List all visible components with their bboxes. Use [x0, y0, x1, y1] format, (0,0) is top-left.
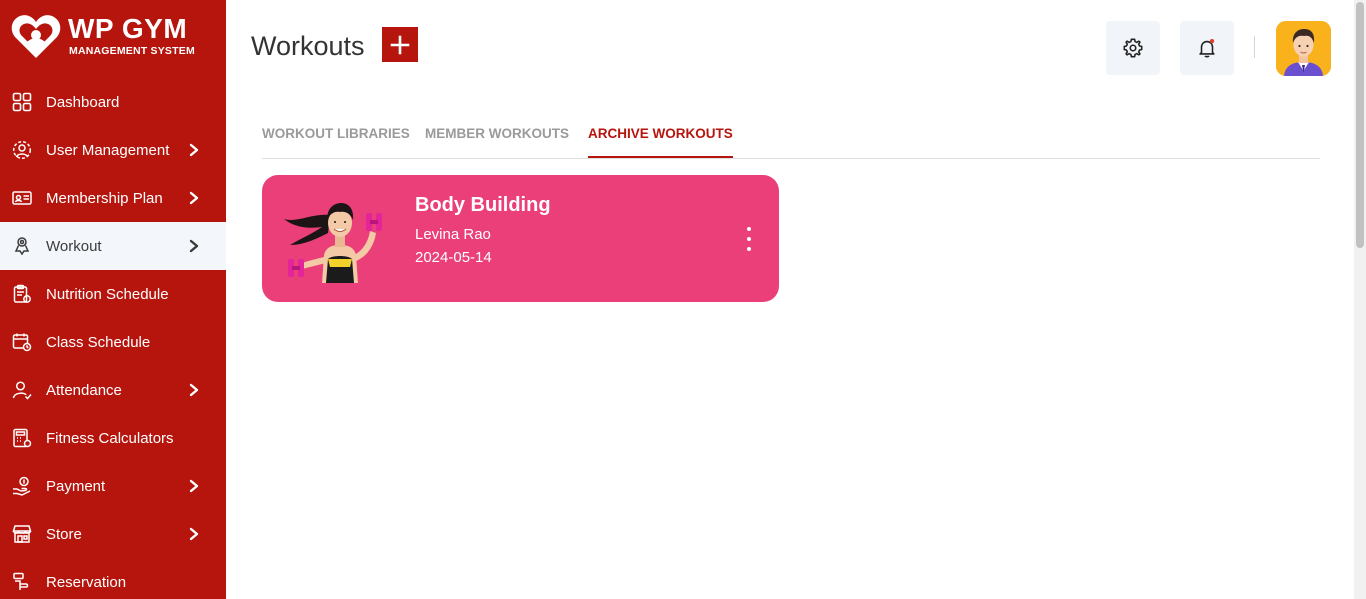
header-divider [1254, 36, 1255, 58]
sidebar-item-label: Class Schedule [46, 333, 151, 351]
sidebar-item-label: Store [46, 525, 82, 543]
chevron-right-icon [189, 479, 199, 493]
sidebar-item-label: Payment [46, 477, 106, 495]
chevron-right-icon [189, 383, 199, 397]
tab-workout-libraries[interactable]: WORKOUT LIBRARIES [262, 126, 410, 158]
workout-photo-dumbbells [284, 203, 382, 283]
add-workout-button[interactable] [382, 27, 418, 62]
vertical-scrollbar[interactable] [1354, 0, 1366, 599]
bell-icon [1199, 39, 1215, 58]
sidebar-item-user-management[interactable]: User Management [0, 126, 226, 174]
sidebar-item-fitness-calculators[interactable]: Fitness Calculators [0, 414, 226, 462]
sidebar-item-label: Attendance [46, 381, 122, 399]
nutrition-clipboard-icon [12, 284, 32, 304]
calculator-icon [12, 428, 32, 448]
heart-logo-icon [11, 15, 61, 58]
workout-card[interactable]: Body Building Levina Rao 2024-05-14 [262, 175, 779, 302]
brand-logo-block[interactable]: WP GYM MANAGEMENT SYSTEM [10, 12, 220, 64]
brand-subtitle: MANAGEMENT SYSTEM [69, 45, 195, 57]
sidebar-item-store[interactable]: Store [0, 510, 226, 558]
membership-card-icon [12, 188, 32, 208]
sidebar: WP GYM MANAGEMENT SYSTEM Dashboard User … [0, 0, 226, 599]
sidebar-item-label: Workout [46, 237, 102, 255]
chevron-right-icon [189, 527, 199, 541]
store-icon [12, 524, 32, 544]
kebab-dot [747, 227, 751, 231]
sidebar-item-membership-plan[interactable]: Membership Plan [0, 174, 226, 222]
chevron-right-icon [189, 239, 199, 253]
sidebar-item-class-schedule[interactable]: Class Schedule [0, 318, 226, 366]
sidebar-item-label: Fitness Calculators [46, 429, 174, 447]
sidebar-item-label: Membership Plan [46, 189, 163, 207]
workout-title: Body Building [415, 194, 551, 216]
sidebar-item-nutrition-schedule[interactable]: Nutrition Schedule [0, 270, 226, 318]
page-title: Workouts [251, 31, 365, 61]
brand-title: WP GYM [68, 13, 188, 44]
gear-icon [1123, 38, 1143, 58]
user-avatar-illustration [1276, 21, 1331, 76]
notifications-button[interactable] [1180, 21, 1234, 75]
sidebar-item-label: Nutrition Schedule [46, 285, 169, 303]
workout-member-name: Levina Rao [415, 226, 491, 243]
sidebar-item-reservation[interactable]: Reservation [0, 558, 226, 599]
scrollbar-thumb[interactable] [1356, 2, 1364, 248]
app-root: WP GYM MANAGEMENT SYSTEM Dashboard User … [0, 0, 1366, 599]
workout-icon [12, 236, 32, 256]
tab-archive-workouts[interactable]: ARCHIVE WORKOUTS [588, 126, 733, 158]
workout-tabs: WORKOUT LIBRARIES MEMBER WORKOUTS ARCHIV… [262, 120, 1320, 159]
more-options-kebab-icon[interactable] [740, 227, 758, 251]
sidebar-item-label: Dashboard [46, 93, 120, 111]
sidebar-item-label: Reservation [46, 573, 127, 591]
sidebar-item-payment[interactable]: Payment [0, 462, 226, 510]
chevron-right-icon [189, 191, 199, 205]
sidebar-item-workout[interactable]: Workout [0, 222, 226, 270]
sidebar-item-label: User Management [46, 141, 170, 159]
chevron-right-icon [189, 143, 199, 157]
reservation-icon [12, 572, 32, 592]
calendar-clock-icon [12, 332, 32, 352]
payment-hand-icon [12, 476, 32, 496]
settings-button[interactable] [1106, 21, 1160, 75]
sidebar-item-dashboard[interactable]: Dashboard [0, 78, 226, 126]
tab-member-workouts[interactable]: MEMBER WORKOUTS [425, 126, 569, 158]
kebab-dot [747, 247, 751, 251]
workout-date: 2024-05-14 [415, 249, 492, 266]
user-management-icon [12, 140, 32, 160]
sidebar-item-attendance[interactable]: Attendance [0, 366, 226, 414]
plus-icon [390, 35, 410, 54]
kebab-dot [747, 237, 751, 241]
avatar[interactable] [1276, 21, 1331, 76]
dashboard-grid-icon [12, 92, 32, 112]
sidebar-nav: Dashboard User Management Membership Pla… [0, 78, 226, 599]
attendance-user-check-icon [12, 380, 32, 400]
